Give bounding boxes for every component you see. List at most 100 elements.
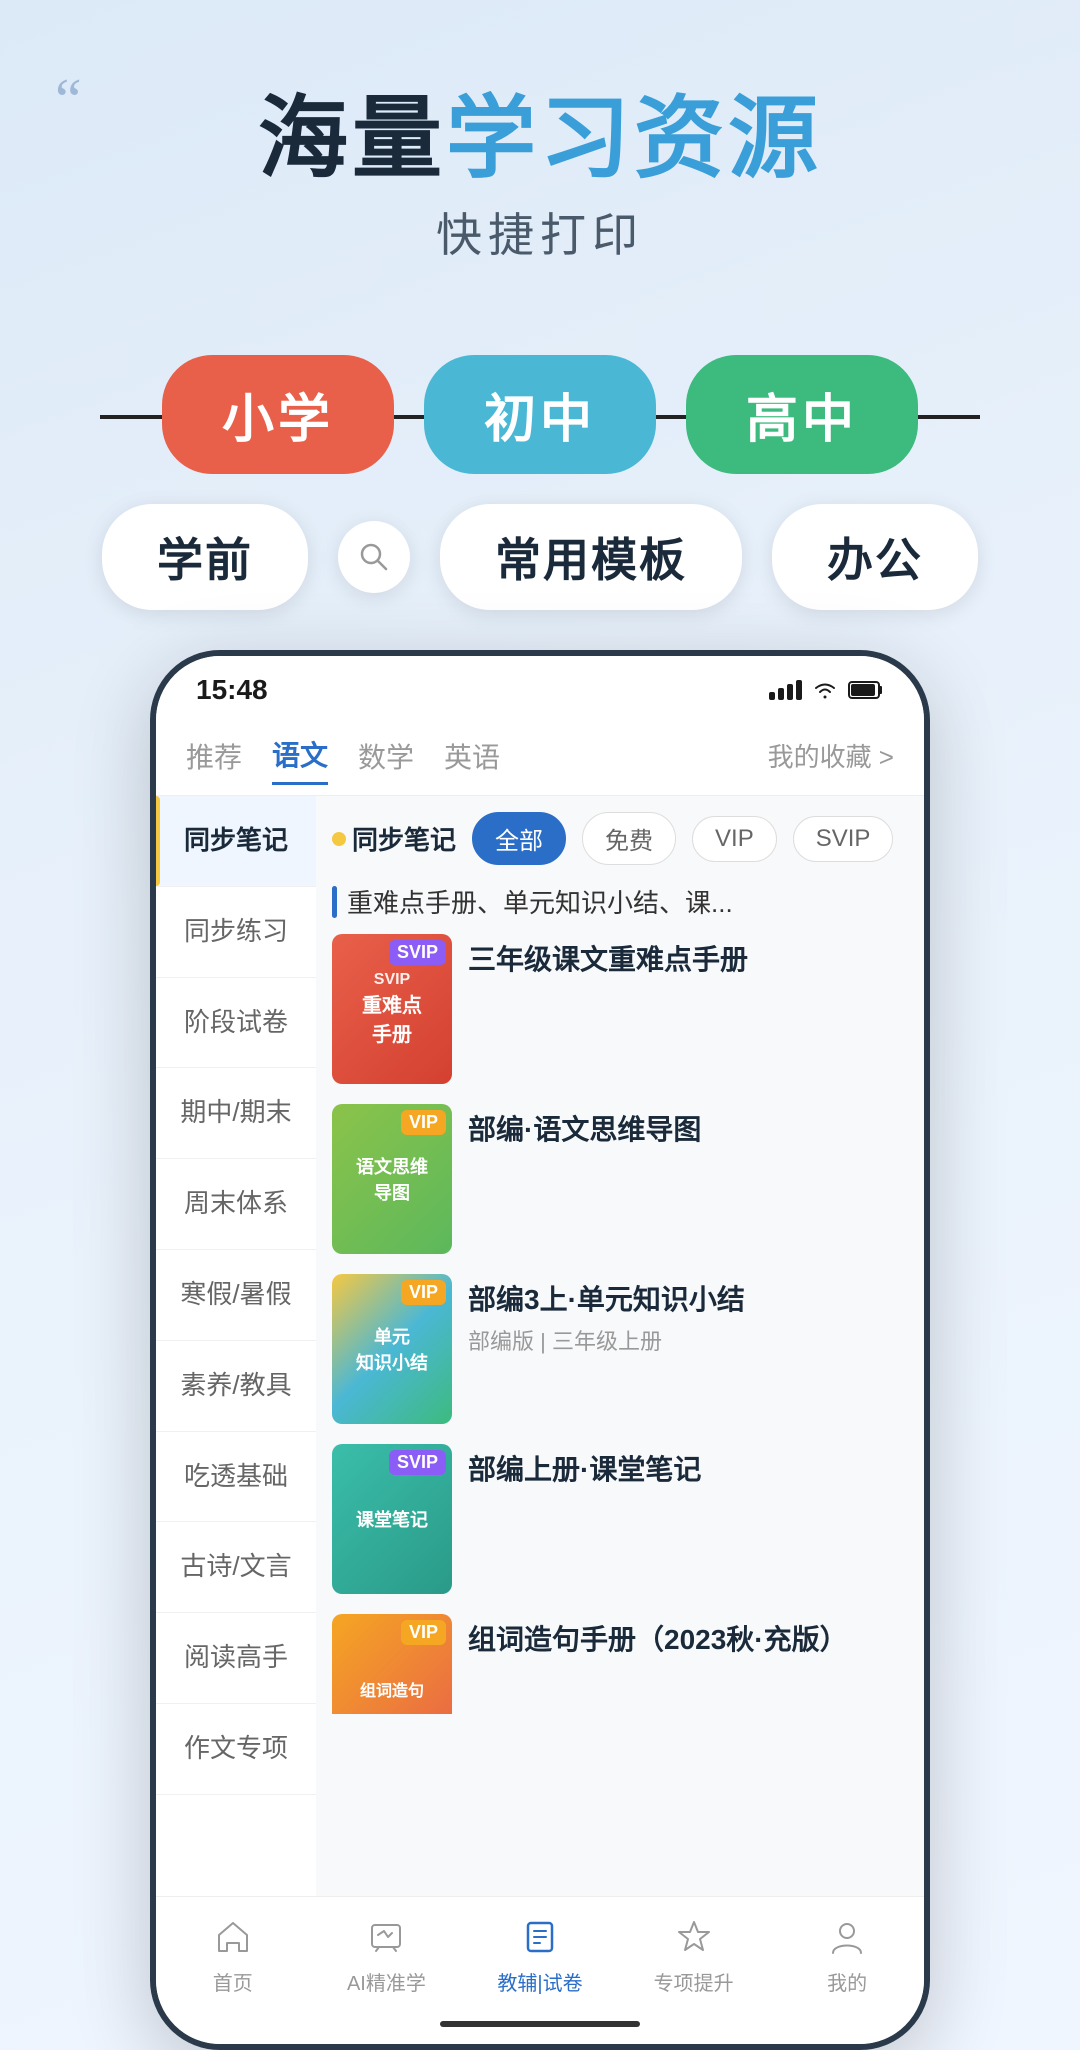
headline-part1: 海量 <box>258 89 446 189</box>
office-button[interactable]: 办公 <box>772 504 978 610</box>
book-icon <box>516 1913 564 1961</box>
sidebar-item-notes[interactable]: 同步笔记 <box>156 796 316 887</box>
search-icon <box>356 539 392 575</box>
search-button[interactable] <box>338 521 410 593</box>
book-title-3: 部编3上·单元知识小结 <box>468 1278 908 1318</box>
nav-home-label: 首页 <box>213 1967 253 1996</box>
sidebar-item-exams[interactable]: 阶段试卷 <box>156 978 316 1069</box>
template-button[interactable]: 常用模板 <box>440 504 742 610</box>
book-cover-2: 语文思维 导图 VIP <box>332 1104 452 1254</box>
filter-svip[interactable]: SVIP <box>793 816 894 862</box>
nav-home[interactable]: 首页 <box>156 1913 310 1996</box>
main-content: 同步笔记 全部 免费 VIP SVIP 重难点手册、单元知识小结、课... SV… <box>316 796 924 1896</box>
user-icon <box>823 1913 871 1961</box>
tab-math[interactable]: 数学 <box>358 728 414 784</box>
filter-all[interactable]: 全部 <box>472 812 566 865</box>
elementary-button[interactable]: 小学 <box>162 355 394 474</box>
nav-profile-label: 我的 <box>827 1967 867 1996</box>
sidebar-item-basics[interactable]: 吃透基础 <box>156 1432 316 1523</box>
second-row: 学前 常用模板 办公 <box>60 504 1020 610</box>
wifi-icon <box>810 679 840 701</box>
sidebar-item-midterm[interactable]: 期中/期末 <box>156 1068 316 1159</box>
nav-special-label: 专项提升 <box>654 1967 734 1996</box>
headline-main: 海量学习资源 <box>60 90 1020 189</box>
book-title-5: 组词造句手册（2023秋·充版） <box>468 1618 908 1658</box>
badge-vip-2: VIP <box>401 1110 446 1135</box>
sidebar-item-weekend[interactable]: 周末体系 <box>156 1159 316 1250</box>
book-cover-4: 课堂笔记 SVIP <box>332 1444 452 1594</box>
section-header: 重难点手册、单元知识小结、课... <box>332 883 908 920</box>
home-indicator <box>156 2004 924 2044</box>
header-section: “ 海量学习资源 快捷打印 <box>0 0 1080 305</box>
book-card-4[interactable]: 课堂笔记 SVIP 部编上册·课堂笔记 <box>332 1444 908 1594</box>
book-title-4: 部编上册·课堂笔记 <box>468 1448 908 1488</box>
filter-free[interactable]: 免费 <box>582 812 676 865</box>
nav-profile[interactable]: 我的 <box>770 1913 924 1996</box>
tab-english[interactable]: 英语 <box>444 728 500 784</box>
nav-book-label: 教辅|试卷 <box>497 1967 582 1996</box>
sync-notes-text: 同步笔记 <box>352 820 456 857</box>
star-icon <box>670 1913 718 1961</box>
home-icon <box>209 1913 257 1961</box>
book-cover-5: 组词造句 VIP <box>332 1614 452 1714</box>
tab-favorites[interactable]: 我的收藏 > <box>768 737 894 774</box>
sidebar-item-poetry[interactable]: 古诗/文言 <box>156 1522 316 1613</box>
status-icons <box>769 679 884 701</box>
nav-ai-label: AI精准学 <box>347 1967 426 1996</box>
book-card-1[interactable]: SVIP 重难点 手册 SVIP 三年级课文重难点手册 <box>332 934 908 1084</box>
headline-part2: 学习资源 <box>446 89 822 189</box>
ai-icon <box>362 1913 410 1961</box>
book-cover-1: SVIP 重难点 手册 SVIP <box>332 934 452 1084</box>
tab-chinese[interactable]: 语文 <box>272 726 328 785</box>
badge-svip-1: SVIP <box>389 940 446 965</box>
signal-bar-3 <box>787 684 793 700</box>
headline: 海量学习资源 快捷打印 <box>60 90 1020 265</box>
sync-notes-label: 同步笔记 <box>332 820 456 857</box>
top-tabs: 推荐 语文 数学 英语 我的收藏 > <box>156 716 924 796</box>
signal-bar-1 <box>769 692 775 700</box>
bottom-nav: 首页 AI精准学 教辅|试卷 <box>156 1896 924 2004</box>
sidebar-item-practice[interactable]: 同步练习 <box>156 887 316 978</box>
filter-vip[interactable]: VIP <box>692 816 777 862</box>
book-card-2[interactable]: 语文思维 导图 VIP 部编·语文思维导图 <box>332 1104 908 1254</box>
book-info-4: 部编上册·课堂笔记 <box>468 1444 908 1494</box>
book-card-3[interactable]: 单元 知识小结 VIP 部编3上·单元知识小结 部编版 | 三年级上册 <box>332 1274 908 1424</box>
tab-recommend[interactable]: 推荐 <box>186 728 242 784</box>
book-title-1: 三年级课文重难点手册 <box>468 938 908 978</box>
headline-subtitle: 快捷打印 <box>60 199 1020 265</box>
section-title: 重难点手册、单元知识小结、课... <box>347 883 908 920</box>
yellow-dot <box>332 832 346 846</box>
book-title-2: 部编·语文思维导图 <box>468 1108 908 1148</box>
signal-bar-4 <box>796 680 802 700</box>
section-bar <box>332 886 337 918</box>
battery-icon <box>848 679 884 701</box>
category-row: 小学 初中 高中 <box>0 355 1080 474</box>
sidebar-item-holiday[interactable]: 寒假/暑假 <box>156 1250 316 1341</box>
book-subtitle-3: 部编版 | 三年级上册 <box>468 1324 908 1356</box>
sidebar-item-writing[interactable]: 作文专项 <box>156 1704 316 1795</box>
filter-row: 同步笔记 全部 免费 VIP SVIP <box>332 812 908 865</box>
book-info-1: 三年级课文重难点手册 <box>468 934 908 984</box>
book-info-5: 组词造句手册（2023秋·充版） <box>468 1614 908 1664</box>
sidebar-item-quality[interactable]: 素养/教具 <box>156 1341 316 1432</box>
sidebar-item-reading[interactable]: 阅读高手 <box>156 1613 316 1704</box>
status-time: 15:48 <box>196 674 268 706</box>
badge-vip-3: VIP <box>401 1280 446 1305</box>
book-info-2: 部编·语文思维导图 <box>468 1104 908 1154</box>
nav-special[interactable]: 专项提升 <box>617 1913 771 1996</box>
quote-icon: “ <box>55 70 82 130</box>
middle-button[interactable]: 初中 <box>424 355 656 474</box>
badge-vip-5: VIP <box>401 1620 446 1645</box>
signal-bars <box>769 680 802 700</box>
signal-bar-2 <box>778 688 784 700</box>
home-bar <box>440 2021 640 2027</box>
sidebar: 同步笔记 同步练习 阶段试卷 期中/期末 周末体系 寒假/暑假 素养/教具 吃透… <box>156 796 316 1896</box>
high-button[interactable]: 高中 <box>686 355 918 474</box>
badge-svip-4: SVIP <box>389 1450 446 1475</box>
book-card-5[interactable]: 组词造句 VIP 组词造句手册（2023秋·充版） <box>332 1614 908 1714</box>
phone-mockup: 15:48 推荐 语文 数学 英语 我的收藏 > <box>150 650 930 2050</box>
nav-ai[interactable]: AI精准学 <box>310 1913 464 1996</box>
status-bar: 15:48 <box>156 656 924 716</box>
nav-book[interactable]: 教辅|试卷 <box>463 1913 617 1996</box>
preschool-button[interactable]: 学前 <box>102 504 308 610</box>
